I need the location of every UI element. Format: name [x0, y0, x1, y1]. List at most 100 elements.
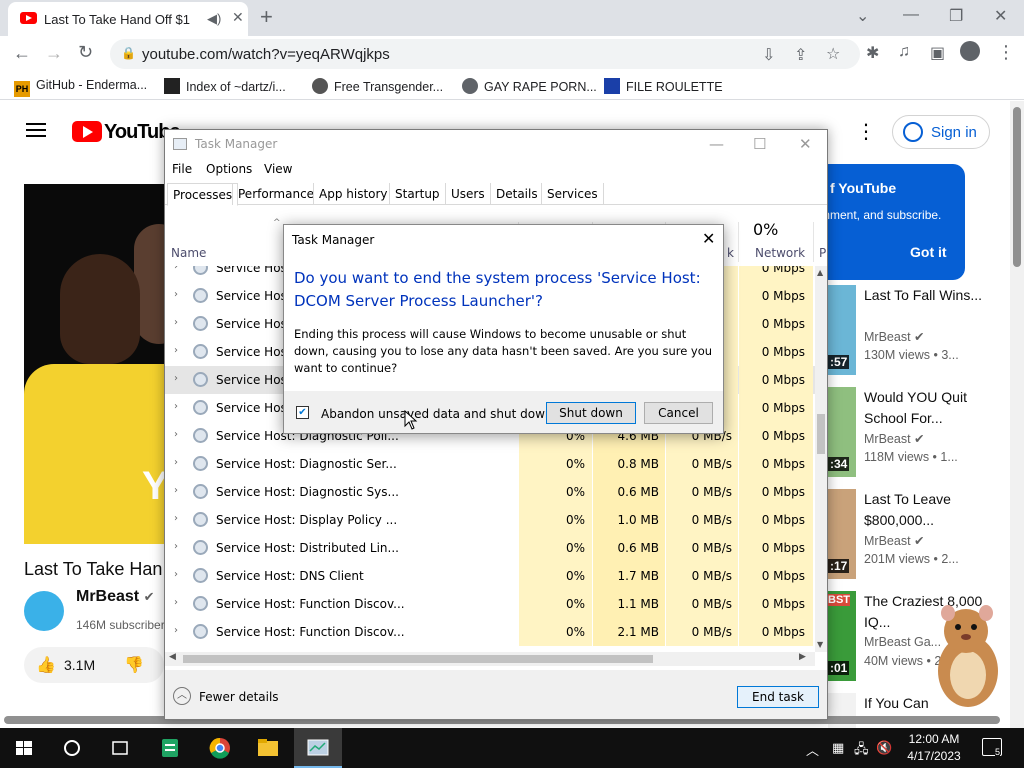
- extensions-icon[interactable]: ✱: [866, 43, 879, 63]
- scroll-down-icon[interactable]: ▼: [817, 640, 823, 649]
- recommended-video[interactable]: :17 Last To Leave $800,000... MrBeast ✔ …: [828, 489, 1008, 579]
- expand-chevron-icon[interactable]: ›: [174, 625, 178, 636]
- expand-chevron-icon[interactable]: ›: [174, 569, 178, 580]
- bookmark-index[interactable]: Index of ~dartz/i...: [164, 78, 286, 94]
- chevron-up-icon[interactable]: ︿: [173, 687, 191, 705]
- taskbar-app-explorer[interactable]: [244, 728, 292, 768]
- cancel-button[interactable]: Cancel: [644, 402, 713, 424]
- bookmark-star-icon[interactable]: ☆: [826, 44, 840, 64]
- back-icon[interactable]: ←: [13, 43, 31, 64]
- channel-name[interactable]: MrBeast ✔: [76, 588, 155, 606]
- bookmark-file-roulette[interactable]: FILE ROULETTE: [604, 78, 723, 94]
- settings-dots-icon[interactable]: ⋮: [856, 119, 876, 144]
- minimize-icon[interactable]: —: [709, 135, 724, 153]
- menu-icon[interactable]: [26, 123, 46, 137]
- tm-titlebar[interactable]: Task Manager — ☐ ✕: [165, 130, 827, 160]
- checkbox-label[interactable]: Abandon unsaved data and shut down.: [321, 407, 556, 421]
- tray-app-icon[interactable]: ▦: [832, 740, 844, 756]
- tab-close-icon[interactable]: ✕: [232, 9, 244, 26]
- reload-icon[interactable]: ↻: [78, 42, 93, 63]
- scroll-left-icon[interactable]: ◀: [169, 652, 176, 662]
- bookmark-github[interactable]: PH GitHub - Enderma...: [14, 78, 147, 97]
- tab-search-icon[interactable]: ⌄: [856, 6, 869, 26]
- tab-users[interactable]: Users: [445, 183, 490, 205]
- share-icon[interactable]: ⇪: [794, 45, 807, 65]
- expand-chevron-icon[interactable]: ›: [174, 457, 178, 468]
- process-row[interactable]: › Service Host: Distributed Lin... 0% 0.6 M…: [165, 534, 815, 562]
- start-button[interactable]: [0, 728, 48, 768]
- window-close-icon[interactable]: ✕: [994, 6, 1007, 26]
- tab-performance[interactable]: Performance: [232, 183, 319, 205]
- task-view-button[interactable]: [96, 728, 144, 768]
- col-header-name[interactable]: Name: [171, 246, 206, 260]
- abandon-data-checkbox[interactable]: ✔: [296, 406, 309, 419]
- address-bar[interactable]: 🔒 youtube.com/watch?v=yeqARWqjkps ⇩ ⇪ ☆: [110, 39, 860, 69]
- menu-view[interactable]: View: [264, 162, 292, 176]
- expand-chevron-icon[interactable]: ›: [174, 345, 178, 356]
- expand-chevron-icon[interactable]: ›: [174, 485, 178, 496]
- scroll-up-icon[interactable]: ▲: [817, 268, 823, 277]
- scroll-thumb[interactable]: [183, 655, 653, 663]
- video-player[interactable]: Y: [24, 184, 166, 544]
- thumbs-down-icon[interactable]: 👎: [124, 655, 144, 675]
- scroll-right-icon[interactable]: ▶: [799, 652, 806, 662]
- profile-avatar-icon[interactable]: [960, 41, 980, 61]
- tab-details[interactable]: Details: [490, 183, 543, 205]
- lock-icon[interactable]: 🔒: [121, 46, 136, 60]
- volume-muted-icon[interactable]: 🔇: [876, 740, 892, 756]
- menu-file[interactable]: File: [172, 162, 192, 176]
- media-control-icon[interactable]: ♫: [898, 43, 910, 61]
- notification-center-icon[interactable]: 5: [982, 738, 1002, 757]
- expand-chevron-icon[interactable]: ›: [174, 401, 178, 412]
- scroll-thumb[interactable]: [817, 414, 825, 454]
- tab-app-history[interactable]: App history: [313, 183, 393, 205]
- browser-tab[interactable]: Last To Take Hand Off $1 ◀) ✕: [8, 2, 248, 36]
- restore-icon[interactable]: ❐: [949, 6, 963, 26]
- network-icon[interactable]: 🖧: [854, 740, 869, 762]
- expand-chevron-icon[interactable]: ›: [174, 513, 178, 524]
- dialog-close-icon[interactable]: ✕: [702, 229, 715, 248]
- expand-chevron-icon[interactable]: ›: [174, 266, 178, 272]
- close-icon[interactable]: ✕: [799, 135, 812, 153]
- page-vertical-scrollbar[interactable]: [1010, 101, 1024, 728]
- tab-startup[interactable]: Startup: [389, 183, 445, 205]
- taskbar-app-chrome[interactable]: [196, 728, 244, 768]
- maximize-icon[interactable]: ☐: [753, 135, 766, 153]
- expand-chevron-icon[interactable]: ›: [174, 373, 178, 384]
- search-button[interactable]: [48, 728, 96, 768]
- side-panel-icon[interactable]: ▣: [930, 43, 945, 63]
- tab-processes[interactable]: Processes: [167, 183, 239, 206]
- got-it-button[interactable]: Got it: [910, 244, 947, 260]
- process-row[interactable]: › Service Host: Diagnostic Sys... 0% 0.6 MB…: [165, 478, 815, 506]
- expand-chevron-icon[interactable]: ›: [174, 289, 178, 300]
- youtube-logo-icon[interactable]: [72, 121, 102, 142]
- end-task-button[interactable]: End task: [737, 686, 819, 708]
- process-row[interactable]: › Service Host: Function Discov... 0% 1.1 M…: [165, 590, 815, 618]
- process-row[interactable]: › Service Host: Display Policy ... 0% 1.0 M…: [165, 506, 815, 534]
- col-header-network[interactable]: Network: [755, 246, 805, 260]
- process-list-vscroll[interactable]: ▲ ▼: [815, 266, 827, 652]
- expand-chevron-icon[interactable]: ›: [174, 541, 178, 552]
- show-hidden-icons-icon[interactable]: ︿: [806, 740, 819, 759]
- recommended-video[interactable]: :34 Would YOU Quit School For... MrBeast…: [828, 387, 1008, 477]
- scroll-thumb[interactable]: [1013, 107, 1021, 267]
- channel-avatar[interactable]: [24, 591, 64, 631]
- bookmark-free[interactable]: Free Transgender...: [312, 78, 443, 94]
- recommended-video[interactable]: :57 Last To Fall Wins... MrBeast ✔ 130M …: [828, 285, 1008, 375]
- process-row[interactable]: › Service Host: DNS Client 0% 1.7 MB 0 MB/s 0…: [165, 562, 815, 590]
- sign-in-button[interactable]: Sign in: [892, 115, 990, 149]
- like-button[interactable]: 👍 3.1M 👎: [24, 647, 164, 683]
- menu-options[interactable]: Options: [206, 162, 252, 176]
- speaker-icon[interactable]: ◀): [207, 11, 221, 27]
- minimize-icon[interactable]: —: [903, 6, 919, 24]
- new-tab-icon[interactable]: +: [260, 4, 273, 30]
- fewer-details-link[interactable]: Fewer details: [199, 690, 279, 704]
- expand-chevron-icon[interactable]: ›: [174, 597, 178, 608]
- install-icon[interactable]: ⇩: [762, 45, 775, 65]
- taskbar-app-task-manager[interactable]: [294, 728, 342, 768]
- tab-services[interactable]: Services: [541, 183, 604, 205]
- chrome-menu-icon[interactable]: ⋮: [997, 42, 1015, 63]
- system-clock[interactable]: 12:00 AM 4/17/2023: [896, 731, 972, 765]
- expand-chevron-icon[interactable]: ›: [174, 317, 178, 328]
- process-list-hscroll[interactable]: ◀ ▶: [165, 652, 815, 666]
